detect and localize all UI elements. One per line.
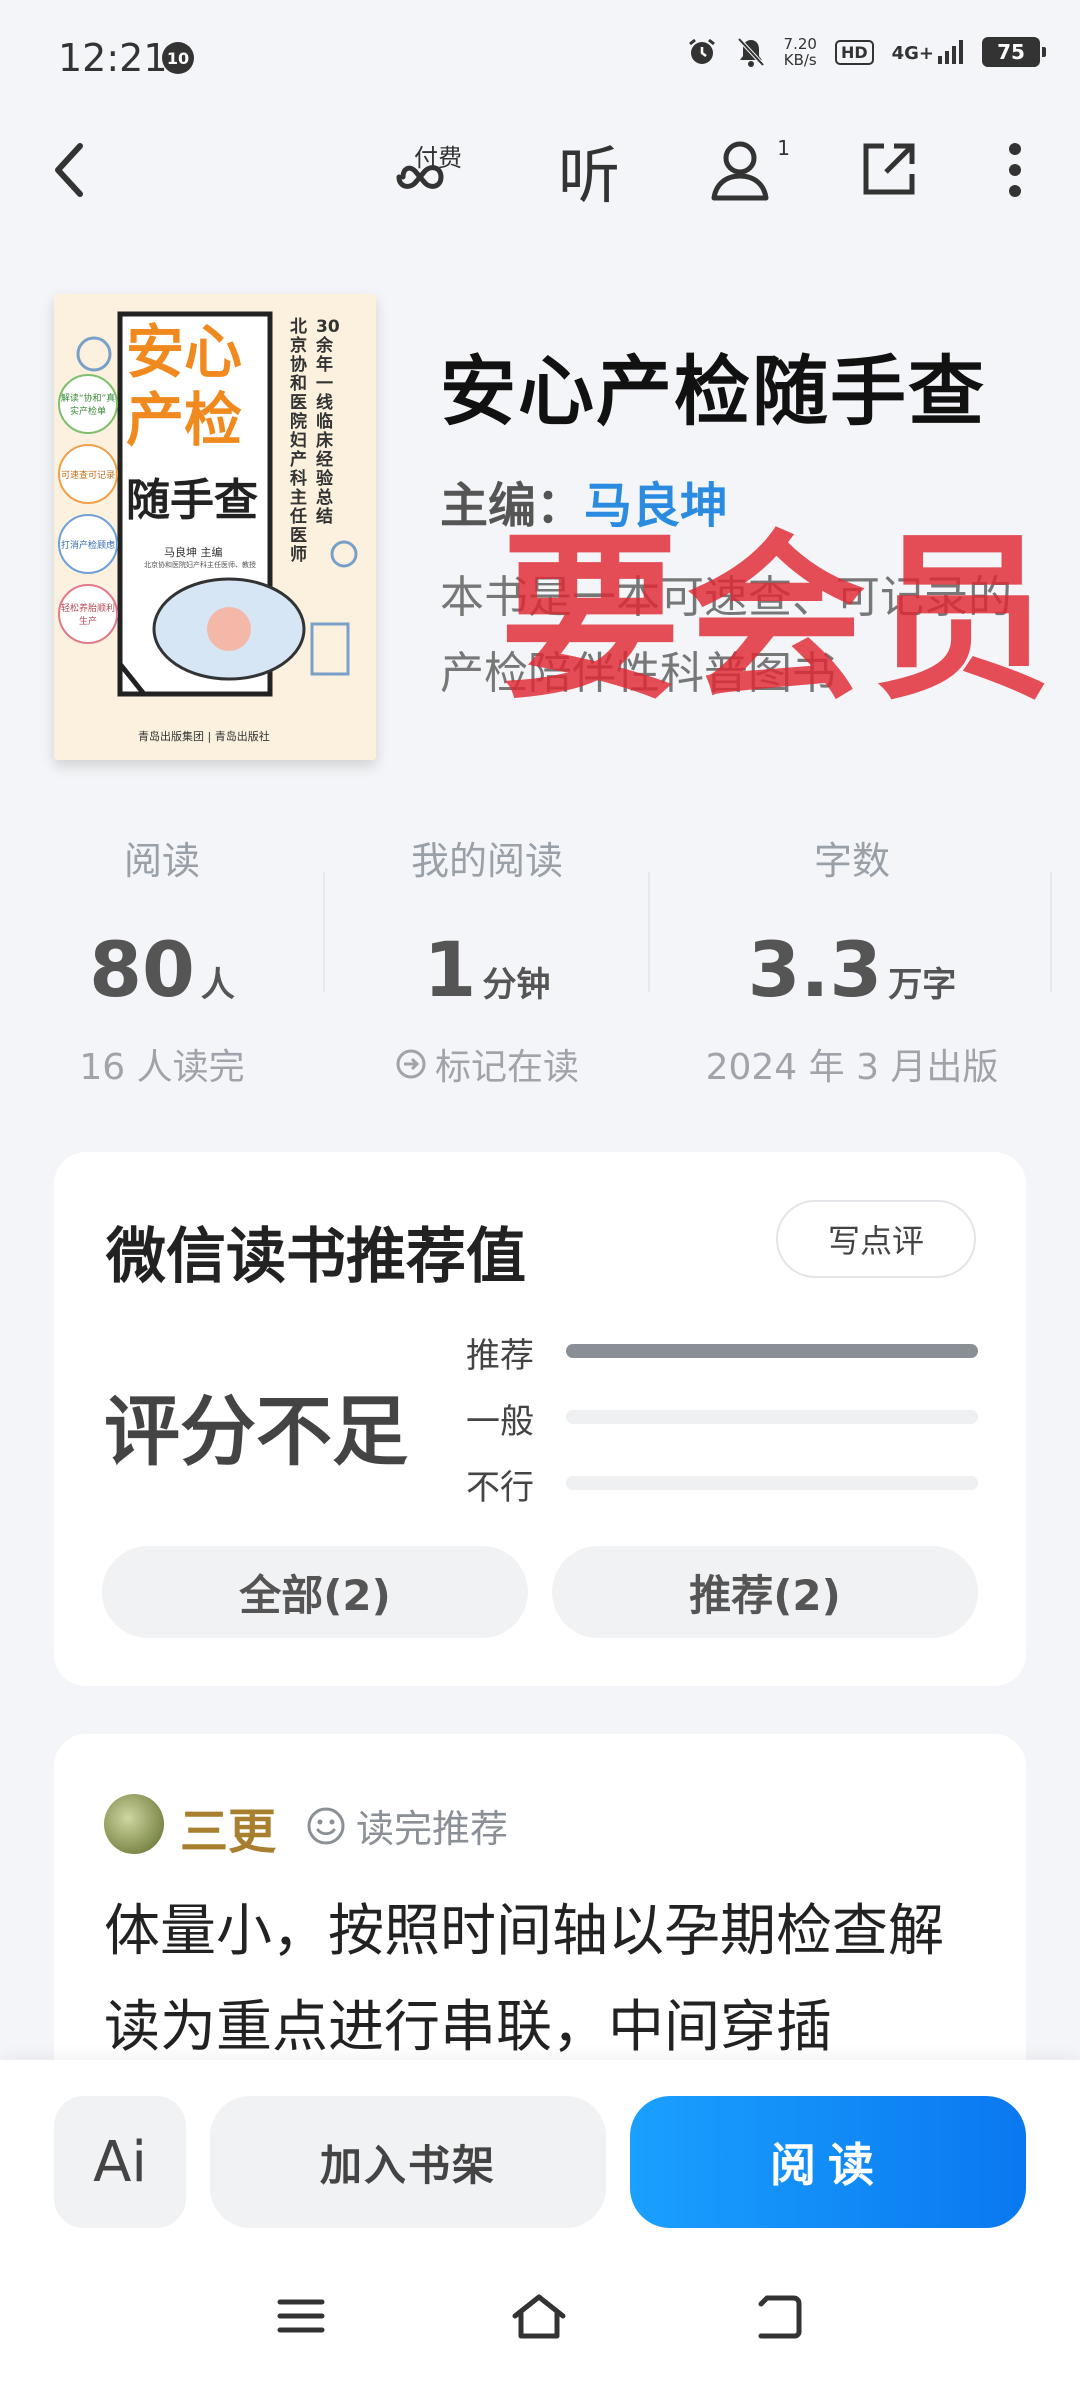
back-button[interactable]: [40, 120, 100, 220]
rating-score: 评分不足: [104, 1387, 408, 1476]
members-only-stamp: 要会员: [500, 515, 1059, 724]
rating-title: 微信读书推荐值: [106, 1222, 526, 1292]
add-to-shelf-button[interactable]: 加入书架: [210, 2096, 606, 2228]
stat-unit: 人: [200, 965, 235, 1005]
rating-bar-fill: [566, 1344, 978, 1358]
stat-word-count: 字数 3.3 万字 2024 年 3 月出版: [690, 830, 1014, 1090]
mute-bell-icon: [737, 37, 765, 67]
network-type: 4G+: [891, 43, 934, 64]
cover-bubble-2: 可速查可记录: [58, 444, 118, 504]
filter-recommend-reviews[interactable]: 推荐(2): [552, 1546, 978, 1638]
ai-assistant-button[interactable]: Ai: [54, 2096, 186, 2228]
system-menu-button[interactable]: [268, 2280, 334, 2352]
status-time: 12:21: [58, 36, 168, 80]
alarm-icon: [688, 38, 715, 64]
book-cover[interactable]: 安心 产检 随手查 北京协和医院妇产科主任医师 30余年一线临床经验总结 马良坤…: [54, 294, 376, 760]
signal-indicator: 4G+: [892, 40, 964, 64]
stat-label: 阅读: [123, 839, 200, 883]
mark-reading-label: 标记在读: [434, 1047, 579, 1088]
stat-value: 3.3 万字: [690, 925, 1014, 1014]
cover-vertical-1: 北京协和医院妇产科主任医师: [290, 317, 307, 565]
friends-count: 1: [777, 136, 790, 160]
cover-bubble-4: 轻松养胎顺利生产: [58, 584, 118, 644]
menu-icon: [277, 2299, 325, 2333]
rating-bar-recommend: [566, 1344, 978, 1358]
stat-my-reading: 我的阅读 1 分钟 标记在读: [325, 830, 649, 1090]
stat-label: 我的阅读: [410, 839, 563, 883]
mark-reading-button[interactable]: 标记在读: [325, 1038, 649, 1090]
book-title: 安心产检随手查: [440, 347, 986, 436]
battery-indicator: 75: [982, 37, 1046, 67]
filter-all-reviews[interactable]: 全部(2): [102, 1546, 528, 1638]
rating-row-label: 一般: [466, 1402, 534, 1442]
system-home-button[interactable]: [506, 2280, 572, 2352]
review-tag-label: 读完推荐: [356, 1807, 509, 1851]
stat-unit: 分钟: [482, 965, 551, 1005]
rating-bar-poor: [566, 1476, 978, 1490]
smile-icon: [307, 1807, 345, 1844]
notification-badge: 10: [162, 42, 194, 74]
cover-title-3: 随手查: [126, 475, 258, 526]
review-text[interactable]: 体量小，按照时间轴以孕期检查解读为重点进行串联，中间穿插: [104, 1884, 994, 2076]
net-speed-value: 7.20: [783, 35, 817, 53]
ai-icon: Ai: [93, 2129, 147, 2195]
cover-bubble-3: 打消产检顾虑: [58, 514, 118, 574]
cover-title-1: 安心: [126, 318, 243, 386]
paid-listen-button[interactable]: 付费: [360, 120, 480, 220]
rating-card: 微信读书推荐值 写点评 评分不足 推荐 一般 不行 全部(2) 推荐(2): [54, 1152, 1026, 1686]
cover-vertical-2: 30余年一线临床经验总结: [316, 317, 340, 527]
stat-unit: 万字: [888, 965, 957, 1005]
system-back-button[interactable]: [746, 2280, 812, 2352]
top-nav-bar: 付费 听 1: [0, 120, 1080, 220]
stat-value: 80 人: [0, 925, 324, 1014]
cover-title-2: 产检: [126, 386, 243, 454]
stat-number: 3.3: [747, 925, 883, 1014]
stat-readers: 阅读 80 人 16 人读完: [0, 830, 324, 1090]
person-icon: [711, 141, 769, 201]
status-bar: 12:21 10 7.20 KB/s HD 4G+ 75: [0, 0, 1080, 110]
listen-label: 听: [557, 139, 620, 212]
review-tag: 读完推荐: [306, 1798, 508, 1853]
read-button[interactable]: 阅读: [630, 2096, 1026, 2228]
paid-label: 付费: [414, 144, 462, 172]
stat-sub: 2024 年 3 月出版: [705, 1047, 999, 1088]
net-speed-unit: KB/s: [783, 51, 817, 69]
stat-number: 1: [423, 925, 477, 1014]
stat-divider: [1050, 872, 1052, 992]
more-menu-button[interactable]: [990, 120, 1040, 220]
home-icon: [512, 2294, 566, 2339]
cover-author: 马良坤 主编: [164, 546, 223, 559]
rating-bar-average: [566, 1410, 978, 1424]
net-speed: 7.20 KB/s: [784, 36, 817, 68]
cover-bubble-1: 解读“协和”真实产检单: [58, 374, 118, 434]
stat-divider: [648, 872, 650, 992]
back-icon: [758, 2295, 802, 2339]
rating-row-label: 不行: [466, 1468, 534, 1508]
share-button[interactable]: [850, 120, 926, 220]
stat-sub: 16 人读完: [79, 1047, 245, 1088]
reviewer-name[interactable]: 三更: [180, 1792, 276, 1862]
stat-number: 80: [89, 925, 195, 1014]
hd-badge: HD: [834, 39, 874, 65]
status-icons: 7.20 KB/s HD 4G+ 75: [686, 36, 1046, 68]
listen-button[interactable]: 听: [546, 120, 632, 220]
friends-reading-button[interactable]: 1: [700, 120, 790, 220]
mark-reading-icon: [396, 1049, 426, 1079]
rating-row-label: 推荐: [466, 1336, 534, 1376]
cover-publisher: 青岛出版集团 | 青岛出版社: [138, 730, 270, 743]
cover-author-sub: 北京协和医院妇产科主任医师、教授: [144, 561, 256, 569]
write-review-button[interactable]: 写点评: [776, 1200, 976, 1278]
stat-value: 1 分钟: [325, 925, 649, 1014]
more-vertical-icon: [1009, 143, 1021, 197]
share-icon: [863, 143, 915, 195]
signal-bars-icon: [938, 40, 963, 64]
back-arrow-icon: [55, 143, 83, 197]
avatar[interactable]: [104, 1794, 164, 1854]
stat-label: 字数: [813, 839, 890, 883]
